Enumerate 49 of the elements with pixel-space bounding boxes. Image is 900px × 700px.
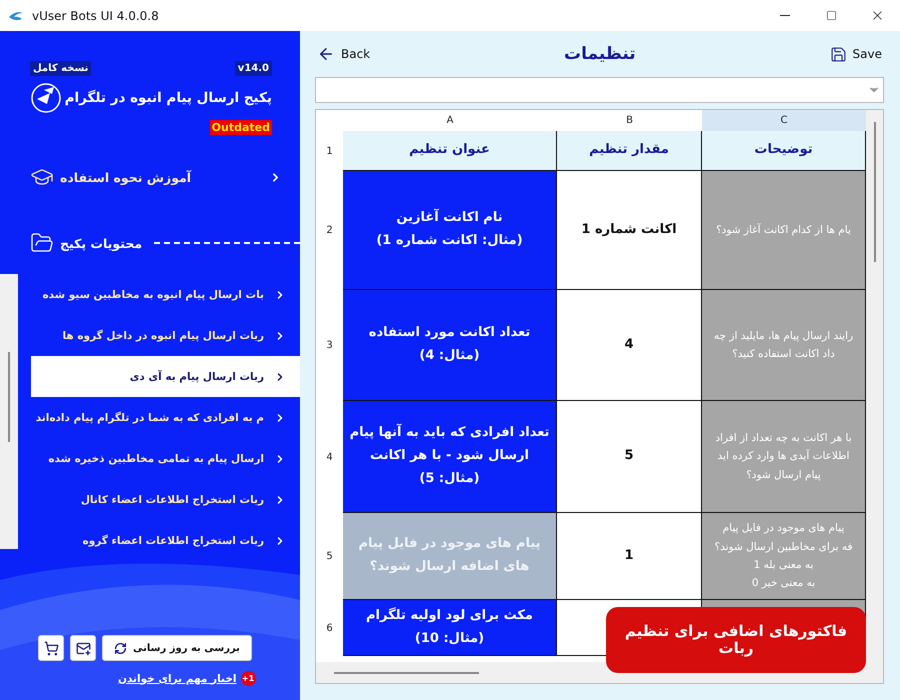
sidebar-item[interactable]: ربات ارسال پیام انبوه در داخل گروه ها <box>31 315 300 356</box>
row-number: 3 <box>325 339 334 353</box>
cart-button[interactable] <box>38 635 64 661</box>
back-button[interactable]: Back <box>315 45 372 63</box>
minimize-icon <box>780 15 790 16</box>
maximize-icon <box>826 10 836 21</box>
version-tag: v14.0 <box>234 61 272 76</box>
row-number: 6 <box>325 622 334 636</box>
sidebar-item[interactable]: ربات استخراج اطلاعات اعضاء کانال <box>31 479 300 520</box>
save-icon <box>830 46 847 62</box>
tutorial-item[interactable]: آموزش نحوه استفاده <box>0 159 300 195</box>
row-number: 5 <box>325 550 334 564</box>
table-cell[interactable]: مقدار تنظیم <box>557 131 702 171</box>
table-cell[interactable]: تعداد اکانت مورد استفاده (مثال: 4) <box>343 290 557 401</box>
table-cell[interactable]: 4 <box>557 290 702 401</box>
check-update-button[interactable]: بررسی به روز رسانی <box>102 635 252 661</box>
table-cell[interactable]: مکث برای لود اولیه تلگرام (مثال: 10) <box>343 600 557 656</box>
refresh-icon <box>114 642 128 654</box>
message-toast: فاکتورهای اضافی برای تنظیم ربات <box>606 607 866 673</box>
outdated-badge: Outdated <box>210 120 272 135</box>
window-title: vUser Bots UI 4.0.0.8 <box>32 8 160 22</box>
news-link[interactable]: اخبار مهم برای خواندن <box>118 672 236 684</box>
table-cell[interactable]: توضیحات <box>702 131 866 171</box>
save-button[interactable]: Save <box>828 46 884 62</box>
edition-tag: نسخه کامل <box>30 61 92 76</box>
app-logo-icon <box>8 10 24 22</box>
table-cell[interactable]: عنوان تنظیم <box>343 131 557 171</box>
table-cell[interactable]: اکانت شماره 1 <box>557 171 702 290</box>
page-title: تنظیمات <box>564 44 636 64</box>
mail-button[interactable] <box>70 635 96 661</box>
mail-icon <box>76 640 90 656</box>
table-cell[interactable]: نام اکانت آغازین (مثال: اکانت شماره 1) <box>343 171 557 290</box>
scrollbar[interactable] <box>866 110 883 662</box>
sidebar-item[interactable]: ربات استخراج اطلاعات اعضاء گروه <box>31 520 300 561</box>
row-number: 4 <box>325 450 334 464</box>
cart-icon <box>44 640 58 656</box>
package-title: پکیج ارسال پیام انبوه در تلگرام <box>64 90 272 106</box>
sidebar-item[interactable]: ربات ارسال پیام به آی دی <box>31 356 300 397</box>
table-cell[interactable]: 5 <box>557 401 702 513</box>
sheet-dropdown[interactable] <box>315 77 884 103</box>
column-header[interactable]: C <box>702 110 866 131</box>
contents-heading: محتویات پکیج <box>60 236 142 250</box>
scrollbar[interactable] <box>0 274 18 549</box>
sidebar-item[interactable]: بات ارسال پیام انبوه به مخاطبین سیو شده <box>31 274 300 315</box>
table-cell[interactable]: تعداد افرادی که باید به آنها پیام ارسال شود - با هر اکانت (مثال: 5) <box>343 401 557 513</box>
sidebar-item[interactable]: م به افرادی که به شما در تلگرام پیام داده‌اند <box>31 397 300 438</box>
sidebar-item[interactable]: ارسال پیام به تمامی مخاطبین ذخیره شده <box>31 438 300 479</box>
row-number: 1 <box>325 144 334 158</box>
row-number: 2 <box>325 224 334 238</box>
